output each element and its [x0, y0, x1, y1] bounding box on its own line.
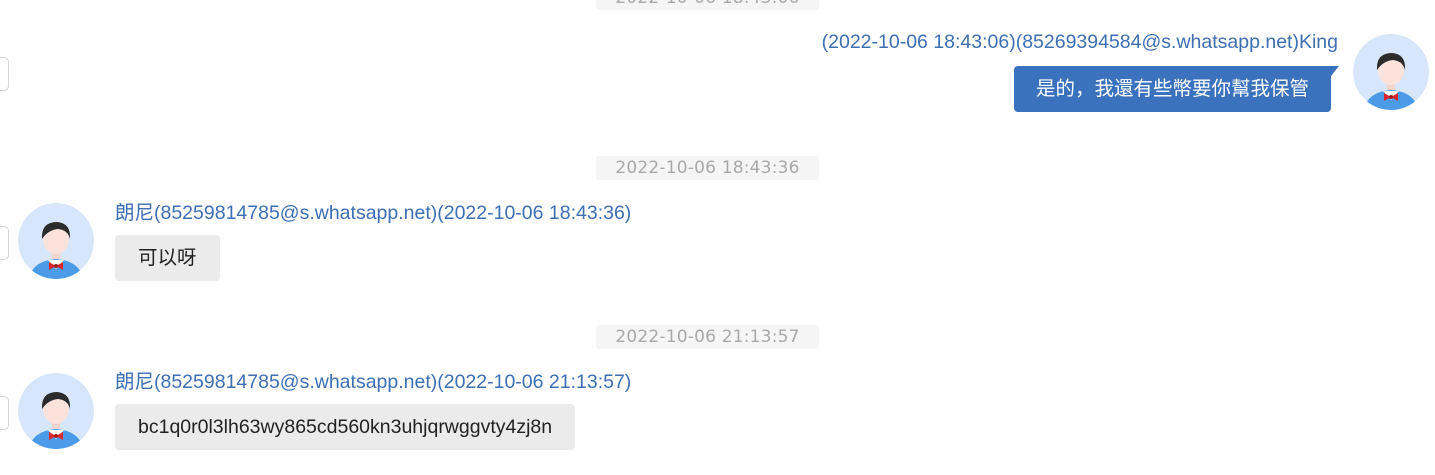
user-avatar-icon[interactable]	[18, 373, 94, 449]
timestamp-divider: 2022-10-06 21:13:57	[596, 325, 819, 349]
incoming-message-bubble[interactable]: 可以呀	[115, 235, 220, 281]
timestamp-divider: 2022-10-06 18:43:06	[596, 0, 819, 10]
side-handle[interactable]	[0, 396, 9, 430]
side-handle[interactable]	[0, 57, 9, 91]
user-avatar-icon[interactable]	[18, 203, 94, 279]
chat-message-list[interactable]: 2022-10-06 18:43:06 (2022-10-06 18:43:06…	[0, 0, 1435, 475]
timestamp-divider: 2022-10-06 18:43:36	[596, 156, 819, 180]
message-meta: 朗尼(85259814785@s.whatsapp.net)(2022-10-0…	[115, 202, 632, 224]
side-handle[interactable]	[0, 226, 9, 260]
outgoing-message-bubble[interactable]: 是的，我還有些幣要你幫我保管	[1013, 66, 1340, 112]
incoming-message-bubble[interactable]: bc1q0r0l3lh63wy865cd560kn3uhjqrwggvty4zj…	[115, 404, 576, 450]
message-meta: 朗尼(85259814785@s.whatsapp.net)(2022-10-0…	[115, 371, 632, 393]
user-avatar-icon[interactable]	[1353, 34, 1429, 110]
message-meta: (2022-10-06 18:43:06)(85269394584@s.what…	[821, 31, 1338, 53]
